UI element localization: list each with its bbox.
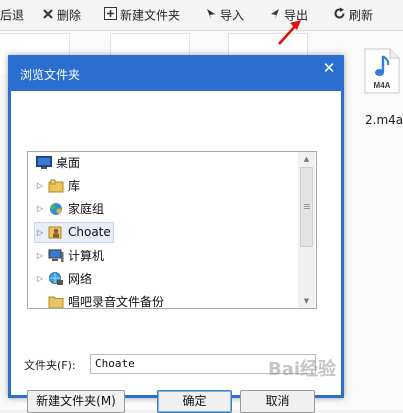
- watermark-logo: Bai经验: [268, 359, 337, 380]
- annotation-arrow-icon: [278, 20, 301, 45]
